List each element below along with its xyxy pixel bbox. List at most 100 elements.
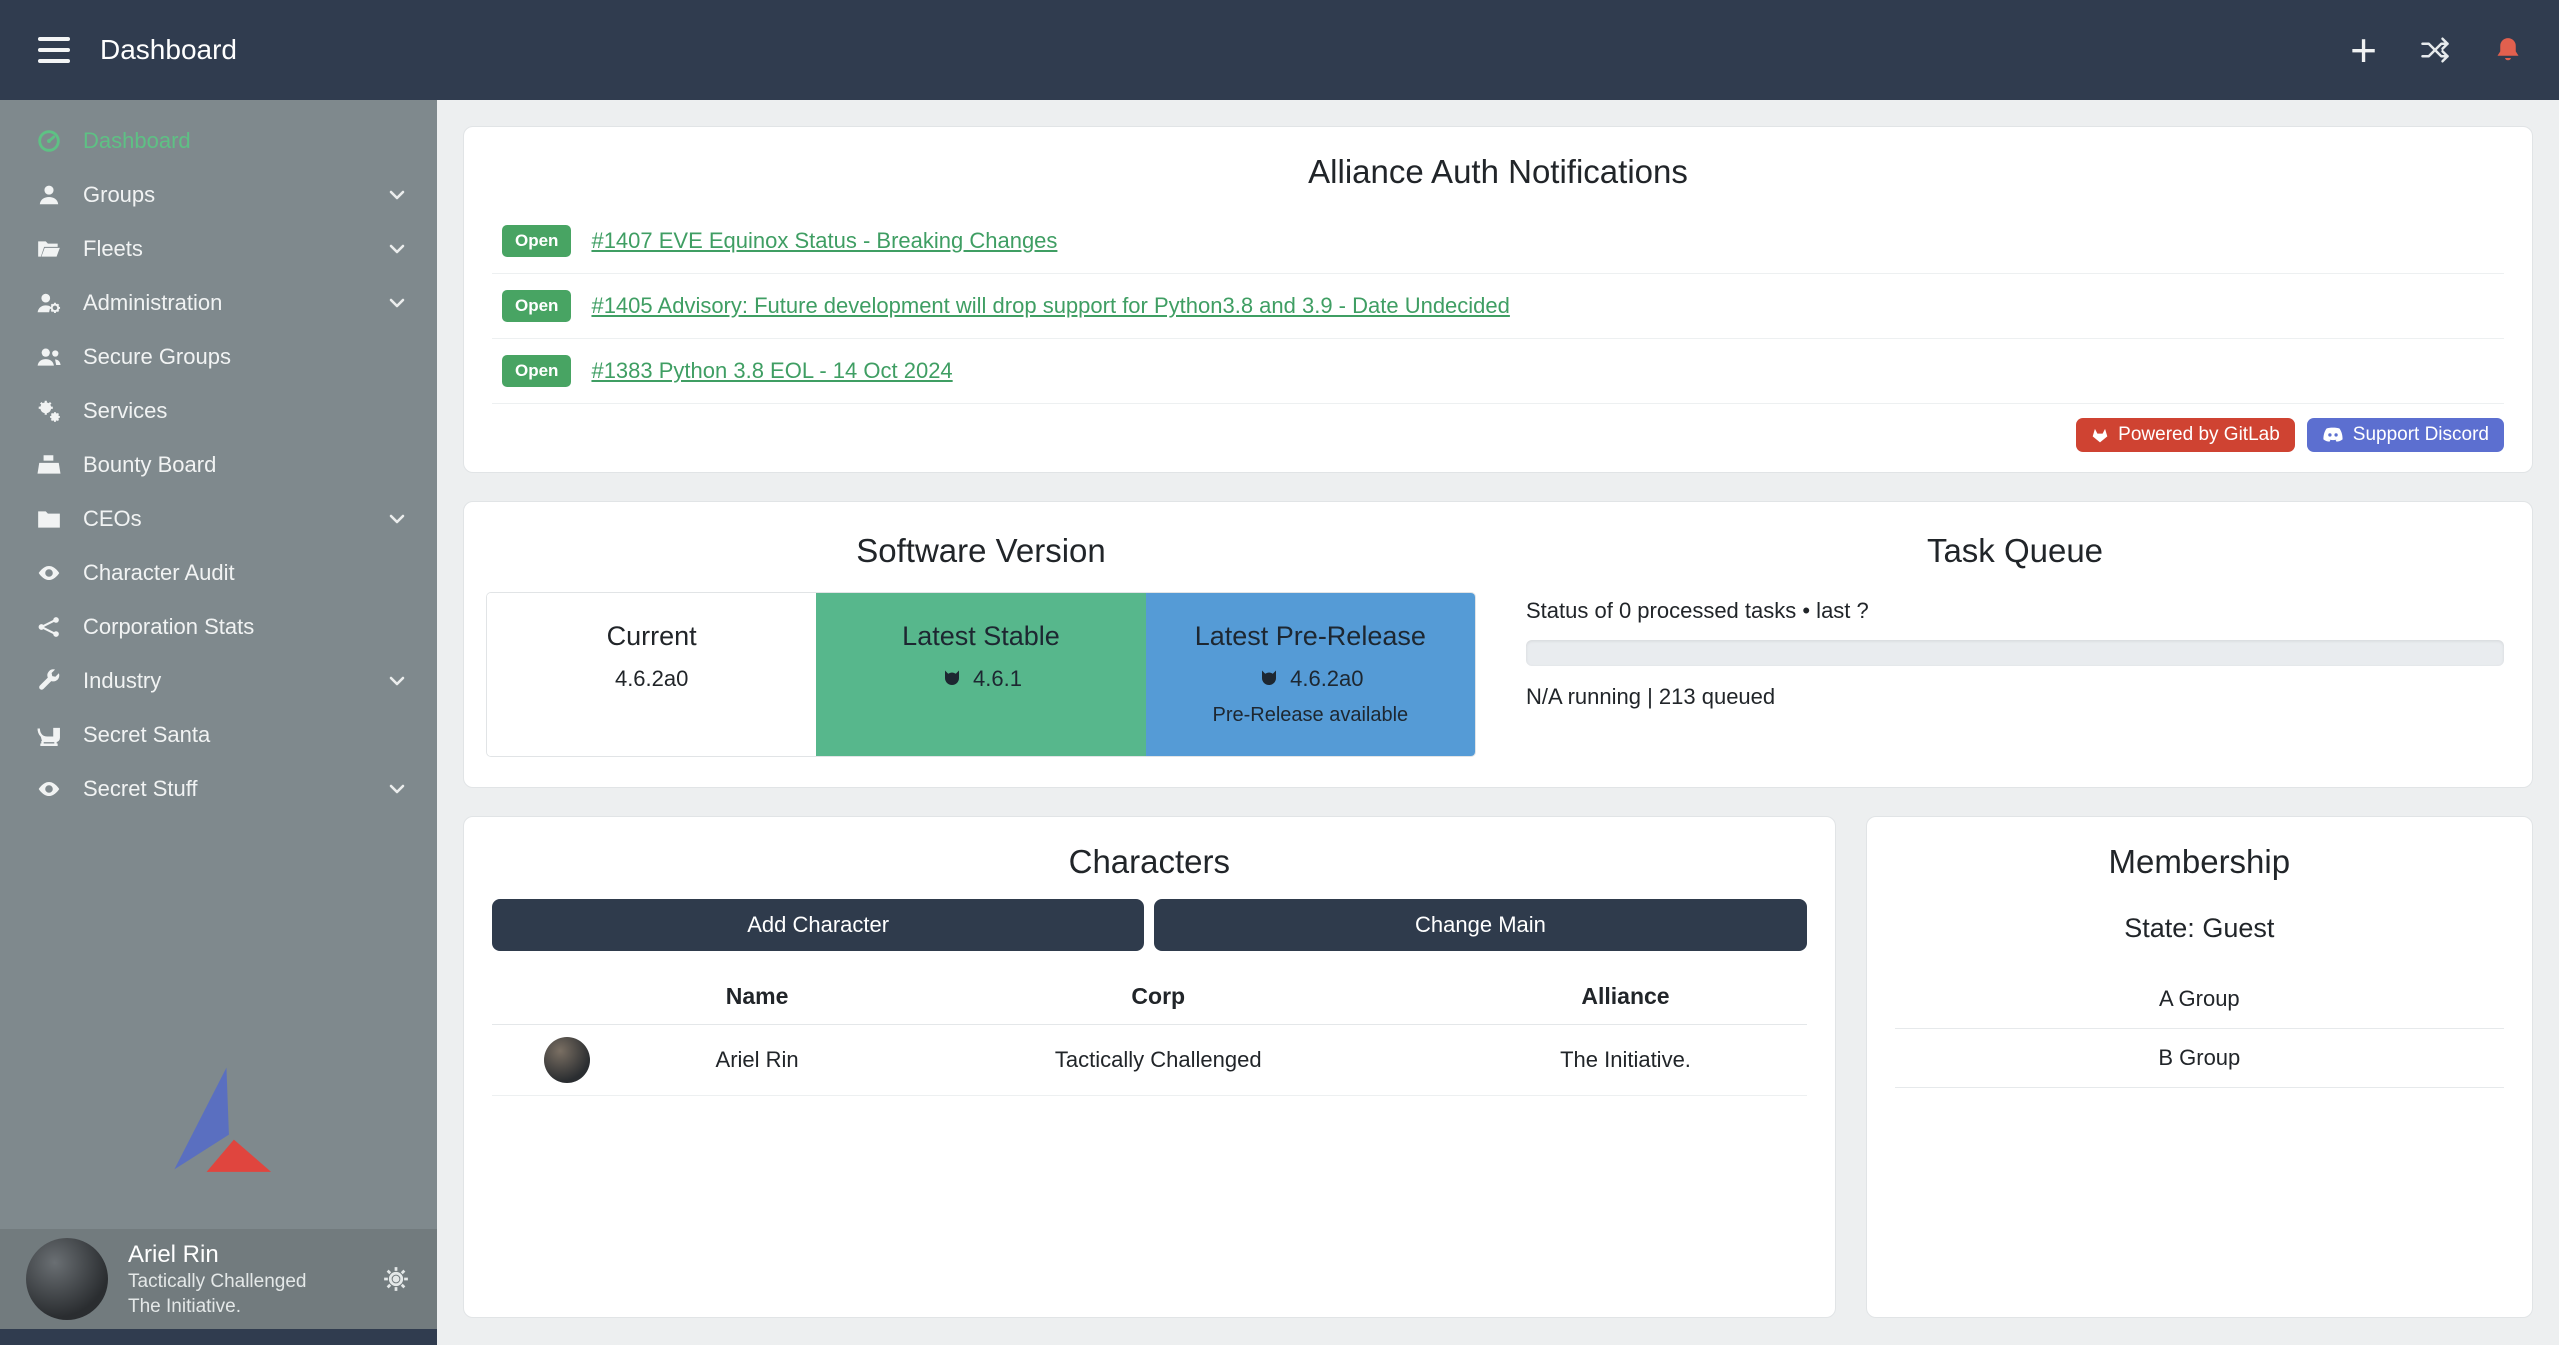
characters-title: Characters <box>464 817 1835 899</box>
sidebar-item-label: Corporation Stats <box>83 614 254 640</box>
character-avatar <box>544 1037 590 1083</box>
user-avatar <box>26 1238 108 1320</box>
gear-icon[interactable] <box>381 1264 411 1294</box>
version-stable-cell: Latest Stable 4.6.1 <box>816 593 1145 756</box>
alliance-logo <box>157 1065 281 1177</box>
discord-logo-icon <box>2322 427 2344 444</box>
chevron-down-icon <box>385 237 409 261</box>
add-character-button[interactable]: Add Character <box>492 899 1144 951</box>
status-badge: Open <box>502 225 571 257</box>
list-item: B Group <box>1895 1029 2504 1088</box>
shuffle-icon[interactable] <box>2417 35 2453 65</box>
sidebar-item-secret-santa[interactable]: Secret Santa <box>0 708 437 762</box>
version-stable-value: 4.6.1 <box>973 666 1022 692</box>
user-corp: Tactically Challenged <box>128 1270 307 1295</box>
sidebar-item-ceos[interactable]: CEOs <box>0 492 437 546</box>
user-gear-icon <box>33 289 65 317</box>
sidebar-item-secret-stuff[interactable]: Secret Stuff <box>0 762 437 816</box>
chevron-down-icon <box>385 669 409 693</box>
chevron-down-icon <box>385 291 409 315</box>
version-table: Current 4.6.2a0 Latest Stable 4.6.1 Late… <box>486 592 1476 757</box>
characters-table: Name Corp Alliance Ariel Rin Tactically … <box>492 971 1807 1096</box>
sidebar-item-label: Industry <box>83 668 161 694</box>
share-nodes-icon <box>33 613 65 641</box>
notification-link[interactable]: #1407 EVE Equinox Status - Breaking Chan… <box>591 228 1057 254</box>
sidebar-item-corporation-stats[interactable]: Corporation Stats <box>0 600 437 654</box>
character-corp: Tactically Challenged <box>872 1025 1444 1096</box>
sidebar-item-label: Services <box>83 398 167 424</box>
status-badge: Open <box>502 355 571 387</box>
status-badge: Open <box>502 290 571 322</box>
sidebar-item-label: Fleets <box>83 236 143 262</box>
task-queue-progress-bar <box>1526 640 2504 666</box>
software-version-panel: Software Version Current 4.6.2a0 Latest … <box>464 502 1498 787</box>
sidebar-item-label: Secure Groups <box>83 344 231 370</box>
notification-row: Open #1383 Python 3.8 EOL - 14 Oct 2024 <box>492 339 2504 404</box>
version-prerelease-label: Latest Pre-Release <box>1156 621 1465 652</box>
membership-state: State: Guest <box>1867 913 2532 944</box>
sidebar-item-label: Dashboard <box>83 128 191 154</box>
sidebar-footer-strip <box>0 1329 437 1345</box>
users-icon <box>33 343 65 371</box>
sidebar-item-character-audit[interactable]: Character Audit <box>0 546 437 600</box>
chevron-down-icon <box>385 507 409 531</box>
main-content: Alliance Auth Notifications Open #1407 E… <box>437 100 2559 1345</box>
cat-icon <box>1257 667 1281 691</box>
sidebar-item-label: Character Audit <box>83 560 235 586</box>
table-header-alliance: Alliance <box>1444 971 1806 1025</box>
notification-row: Open #1405 Advisory: Future development … <box>492 274 2504 339</box>
bell-icon[interactable] <box>2493 34 2523 66</box>
user-name: Ariel Rin <box>128 1239 307 1270</box>
table-header-corp: Corp <box>872 971 1444 1025</box>
sidebar-item-administration[interactable]: Administration <box>0 276 437 330</box>
gauge-icon <box>33 127 65 155</box>
version-stable-label: Latest Stable <box>826 621 1135 652</box>
version-current-label: Current <box>497 621 806 652</box>
gears-icon <box>33 397 65 425</box>
user-alliance: The Initiative. <box>128 1295 307 1320</box>
folder-open-icon <box>33 235 65 263</box>
sidebar-item-industry[interactable]: Industry <box>0 654 437 708</box>
character-name: Ariel Rin <box>642 1025 872 1096</box>
table-header-name: Name <box>642 971 872 1025</box>
gitlab-badge[interactable]: Powered by GitLab <box>2076 418 2295 452</box>
notifications-card: Alliance Auth Notifications Open #1407 E… <box>463 126 2533 473</box>
membership-card: Membership State: Guest A Group B Group <box>1866 816 2533 1318</box>
chevron-down-icon <box>385 777 409 801</box>
cat-icon <box>940 667 964 691</box>
membership-title: Membership <box>1867 817 2532 899</box>
sidebar-item-dashboard[interactable]: Dashboard <box>0 114 437 168</box>
notification-row: Open #1407 EVE Equinox Status - Breaking… <box>492 209 2504 274</box>
sleigh-icon <box>33 721 65 749</box>
sidebar-item-groups[interactable]: Groups <box>0 168 437 222</box>
task-queue-title: Task Queue <box>1520 506 2510 588</box>
discord-badge[interactable]: Support Discord <box>2307 418 2504 452</box>
cash-register-icon <box>33 451 65 479</box>
sidebar-item-fleets[interactable]: Fleets <box>0 222 437 276</box>
notification-link[interactable]: #1383 Python 3.8 EOL - 14 Oct 2024 <box>591 358 952 384</box>
user-icon <box>33 181 65 209</box>
eye-icon <box>33 559 65 587</box>
sidebar-item-label: CEOs <box>83 506 142 532</box>
sidebar-item-label: Bounty Board <box>83 452 216 478</box>
plus-icon[interactable]: + <box>2350 27 2377 73</box>
eye-icon <box>33 775 65 803</box>
sidebar-item-services[interactable]: Services <box>0 384 437 438</box>
change-main-button[interactable]: Change Main <box>1154 899 1806 951</box>
notification-link[interactable]: #1405 Advisory: Future development will … <box>591 293 1509 319</box>
top-navbar: Dashboard + <box>0 0 2559 100</box>
page-title: Dashboard <box>100 34 237 66</box>
version-current-cell: Current 4.6.2a0 <box>487 593 816 756</box>
prerelease-note: Pre-Release available <box>1156 704 1465 727</box>
version-current-value: 4.6.2a0 <box>615 666 688 692</box>
sidebar-item-bounty-board[interactable]: Bounty Board <box>0 438 437 492</box>
sidebar-item-secure-groups[interactable]: Secure Groups <box>0 330 437 384</box>
sidebar-item-label: Secret Santa <box>83 722 210 748</box>
gitlab-tanuki-icon <box>2091 426 2109 444</box>
wrench-icon <box>33 667 65 695</box>
notifications-title: Alliance Auth Notifications <box>464 127 2532 209</box>
task-queue-panel: Task Queue Status of 0 processed tasks •… <box>1498 502 2532 787</box>
hamburger-icon[interactable] <box>36 31 72 69</box>
folder-icon <box>33 505 65 533</box>
task-queue-status: Status of 0 processed tasks • last ? <box>1526 598 2504 624</box>
